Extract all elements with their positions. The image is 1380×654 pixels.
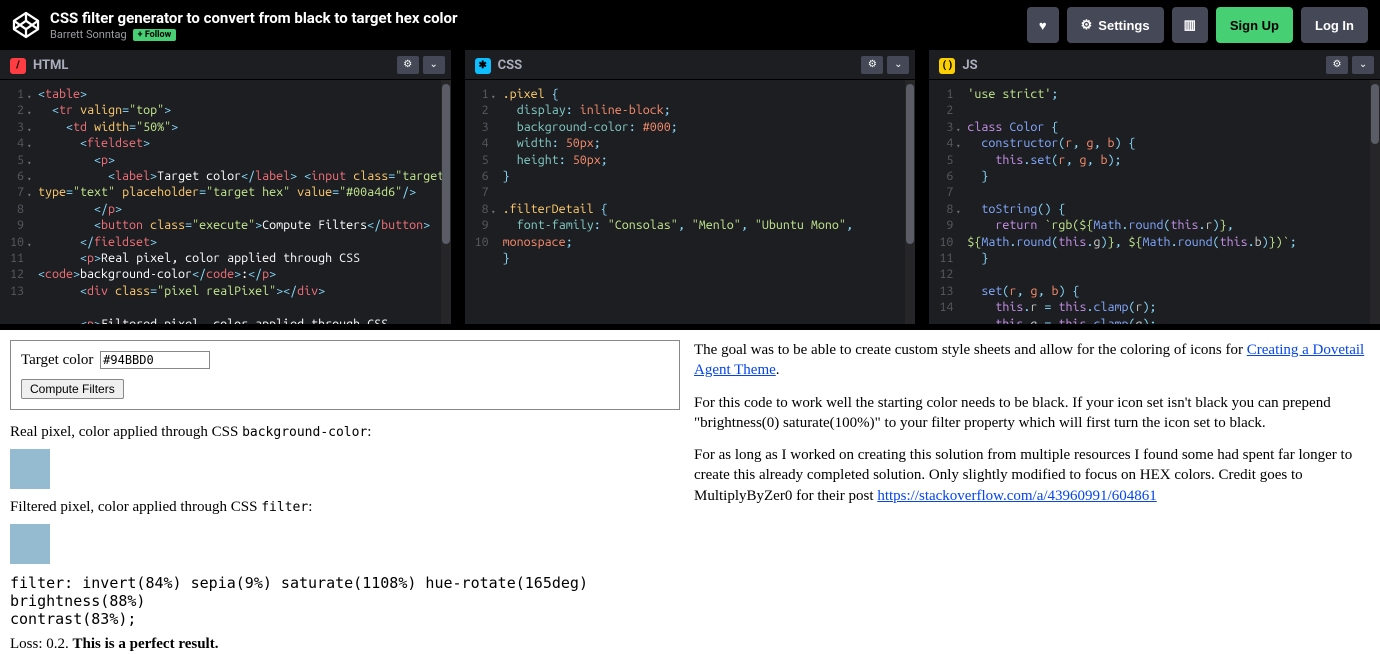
gear-icon: ⚙ xyxy=(1333,59,1342,70)
chevron-down-icon: ⌄ xyxy=(894,59,902,70)
editor-js-label: JS xyxy=(962,58,977,73)
real-pixel-swatch xyxy=(10,449,50,489)
scrollbar-thumb[interactable] xyxy=(906,84,914,244)
editor-css-tab[interactable]: ✱ CSS xyxy=(465,51,533,79)
layout-button[interactable]: ▥ xyxy=(1172,7,1208,43)
real-pixel-caption: Real pixel, color applied through CSS ba… xyxy=(10,424,680,441)
desc-p2: For this code to work well the starting … xyxy=(694,393,1368,434)
target-fieldset: Target color Compute Filters xyxy=(10,340,680,410)
follow-button[interactable]: + Follow xyxy=(133,29,177,41)
heart-icon: ♥ xyxy=(1039,18,1047,33)
editor-js-scrollbar[interactable] xyxy=(1370,80,1380,324)
settings-button[interactable]: ⚙ Settings xyxy=(1067,7,1164,43)
desc-p1a: The goal was to be able to create custom… xyxy=(694,342,1247,358)
editor-css-label: CSS xyxy=(498,58,523,73)
loss-value: Loss: 0.2. xyxy=(10,636,73,652)
filter-code: filter xyxy=(261,500,308,515)
chevron-down-icon: ⌄ xyxy=(1359,59,1367,70)
editor-js-tab[interactable]: ( ) JS xyxy=(929,51,987,79)
settings-label: Settings xyxy=(1098,18,1149,33)
js-badge-icon: ( ) xyxy=(939,58,955,74)
target-color-input[interactable] xyxy=(100,351,210,369)
desc-p1b: . xyxy=(776,362,780,378)
desc-p1: The goal was to be able to create custom… xyxy=(694,340,1368,381)
title-block: CSS filter generator to convert from bla… xyxy=(50,9,1027,41)
login-button[interactable]: Log In xyxy=(1301,7,1368,43)
signup-button[interactable]: Sign Up xyxy=(1216,7,1293,43)
desc-p3: For as long as I worked on creating this… xyxy=(694,445,1368,506)
loss-line: Loss: 0.2. This is a perfect result. xyxy=(10,636,680,653)
pen-title: CSS filter generator to convert from bla… xyxy=(50,9,1027,27)
gear-icon: ⚙ xyxy=(868,59,877,70)
layout-icon: ▥ xyxy=(1184,17,1196,33)
editor-html-scrollbar[interactable] xyxy=(441,80,451,324)
editor-css-code[interactable]: .pixel { display: inline-block; backgrou… xyxy=(495,80,916,324)
editor-html-chevron-button[interactable]: ⌄ xyxy=(423,56,445,74)
bg-color-code: background-color xyxy=(242,425,367,440)
filtered-pixel-text: Filtered pixel, color applied through CS… xyxy=(10,499,261,515)
editor-css-header: ✱ CSS ⚙ ⌄ xyxy=(465,50,916,80)
chevron-down-icon: ⌄ xyxy=(429,59,437,70)
editor-js-code[interactable]: 'use strict'; class Color { constructor(… xyxy=(959,80,1380,324)
editor-html-settings-button[interactable]: ⚙ xyxy=(397,56,419,74)
editors-row: / HTML ⚙ ⌄ 12345678910111213 <table> <tr… xyxy=(0,50,1380,330)
compute-filters-button[interactable]: Compute Filters xyxy=(21,379,124,399)
editor-html-body[interactable]: 12345678910111213 <table> <tr valign="to… xyxy=(0,80,451,324)
editor-css-chevron-button[interactable]: ⌄ xyxy=(887,56,909,74)
gear-icon: ⚙ xyxy=(1081,17,1093,33)
editor-html: / HTML ⚙ ⌄ 12345678910111213 <table> <tr… xyxy=(0,50,451,324)
editor-js-header: ( ) JS ⚙ ⌄ xyxy=(929,50,1380,80)
real-pixel-text: Real pixel, color applied through CSS xyxy=(10,424,242,440)
gear-icon: ⚙ xyxy=(403,59,412,70)
editor-html-header: / HTML ⚙ ⌄ xyxy=(0,50,451,80)
scrollbar-thumb[interactable] xyxy=(442,84,450,244)
editor-html-gutter: 12345678910111213 xyxy=(0,80,30,324)
stackoverflow-link[interactable]: https://stackoverflow.com/a/43960991/604… xyxy=(877,488,1156,504)
editor-js-gutter: 1234567891011121314 xyxy=(929,80,959,324)
editor-js-body[interactable]: 1234567891011121314 'use strict'; class … xyxy=(929,80,1380,324)
editor-html-code[interactable]: <table> <tr valign="top"> <td width="50%… xyxy=(30,80,451,324)
editor-js: ( ) JS ⚙ ⌄ 1234567891011121314 'use stri… xyxy=(929,50,1380,324)
preview-left: Target color Compute Filters Real pixel,… xyxy=(0,330,690,654)
codepen-logo-icon xyxy=(12,11,40,39)
loss-message: This is a perfect result. xyxy=(73,636,219,652)
preview-pane: Target color Compute Filters Real pixel,… xyxy=(0,330,1380,654)
topbar-actions: ♥ ⚙ Settings ▥ Sign Up Log In xyxy=(1027,7,1368,43)
html-badge-icon: / xyxy=(10,58,26,74)
css-badge-icon: ✱ xyxy=(475,58,491,74)
editor-css: ✱ CSS ⚙ ⌄ 12345678910 .pixel { display: … xyxy=(465,50,916,324)
filtered-pixel-swatch xyxy=(10,524,50,564)
editor-js-settings-button[interactable]: ⚙ xyxy=(1326,56,1348,74)
filter-output: filter: invert(84%) sepia(9%) saturate(1… xyxy=(10,574,680,628)
editor-html-tab[interactable]: / HTML xyxy=(0,51,78,79)
target-color-label: Target color xyxy=(21,352,93,368)
editor-css-body[interactable]: 12345678910 .pixel { display: inline-blo… xyxy=(465,80,916,324)
editor-css-gutter: 12345678910 xyxy=(465,80,495,324)
editor-html-label: HTML xyxy=(33,58,68,73)
editor-css-scrollbar[interactable] xyxy=(905,80,915,324)
author-name[interactable]: Barrett Sonntag xyxy=(50,28,127,41)
editor-css-settings-button[interactable]: ⚙ xyxy=(861,56,883,74)
editor-js-chevron-button[interactable]: ⌄ xyxy=(1352,56,1374,74)
scrollbar-thumb[interactable] xyxy=(1371,84,1379,144)
preview-right: The goal was to be able to create custom… xyxy=(690,330,1380,654)
heart-button[interactable]: ♥ xyxy=(1027,7,1059,43)
filtered-pixel-caption: Filtered pixel, color applied through CS… xyxy=(10,499,680,516)
top-bar: CSS filter generator to convert from bla… xyxy=(0,0,1380,50)
